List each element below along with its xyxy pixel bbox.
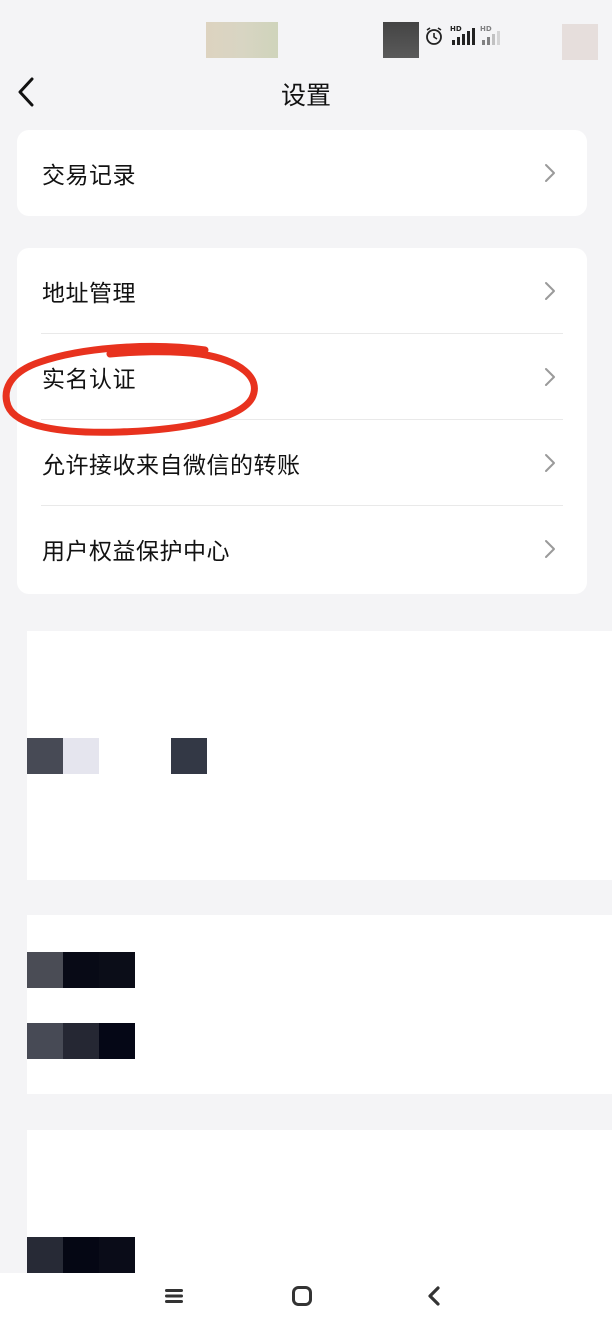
redacted-block: [27, 1023, 63, 1059]
svg-text:HD: HD: [480, 25, 492, 33]
list-item-label: 允许接收来自微信的转账: [42, 453, 301, 479]
battery-redacted: [562, 24, 598, 60]
redacted-panel-3: [27, 1130, 612, 1273]
list-item-address-management[interactable]: 地址管理: [17, 248, 587, 334]
settings-group-1: 交易记录: [17, 130, 587, 216]
home-button[interactable]: [282, 1281, 322, 1311]
list-item-transaction-records[interactable]: 交易记录: [17, 130, 587, 216]
menu-button[interactable]: [154, 1281, 194, 1311]
page-title: 设置: [280, 81, 331, 110]
redacted-block: [99, 1023, 135, 1059]
list-item-label: 交易记录: [42, 163, 136, 189]
settings-group-2: 地址管理 实名认证 允许接收来自微信的转账 用户权益保护中心: [17, 248, 587, 594]
redacted-panel-2: [27, 915, 612, 1094]
redacted-block: [27, 952, 63, 988]
redacted-block: [63, 1023, 99, 1059]
nav-bar: 设置: [0, 62, 612, 124]
status-faint-glyph: [160, 30, 176, 42]
redacted-panel-1: [27, 631, 612, 880]
status-icon-redacted: [383, 22, 419, 58]
list-item-label: 实名认证: [42, 367, 136, 393]
redacted-block: [27, 738, 63, 774]
list-item-real-name-verification[interactable]: 实名认证: [17, 334, 587, 420]
status-bar: HD HD: [0, 0, 612, 62]
chevron-right-icon: [545, 368, 555, 386]
list-item-user-rights-center[interactable]: 用户权益保护中心: [17, 506, 587, 592]
redacted-block: [63, 738, 99, 774]
redacted-block: [63, 952, 99, 988]
redacted-block: [99, 952, 135, 988]
home-icon: [292, 1286, 312, 1306]
redacted-block: [171, 738, 207, 774]
chevron-right-icon: [545, 164, 555, 182]
list-item-label: 地址管理: [42, 281, 136, 307]
list-item-label: 用户权益保护中心: [42, 539, 230, 565]
settings-screen: HD HD 设置 交易记录 地址管理 实名认证 允许接收来自微信的转账 用户权益…: [0, 0, 612, 1319]
system-back-button[interactable]: [414, 1281, 454, 1311]
signal-icon-secondary: HD: [480, 25, 500, 45]
chevron-right-icon: [545, 454, 555, 472]
menu-icon: [165, 1289, 183, 1303]
status-time-redacted: [206, 22, 278, 58]
redacted-block: [63, 1237, 99, 1273]
signal-icon: HD: [450, 25, 475, 45]
redacted-block: [99, 1237, 135, 1273]
redacted-block: [27, 1237, 63, 1273]
alarm-icon: [426, 27, 442, 45]
chevron-right-icon: [545, 540, 555, 558]
system-nav-bar: [0, 1273, 612, 1319]
svg-text:HD: HD: [450, 25, 462, 33]
list-item-allow-wechat-transfer[interactable]: 允许接收来自微信的转账: [17, 420, 587, 506]
back-icon: [428, 1286, 440, 1306]
chevron-right-icon: [545, 282, 555, 300]
